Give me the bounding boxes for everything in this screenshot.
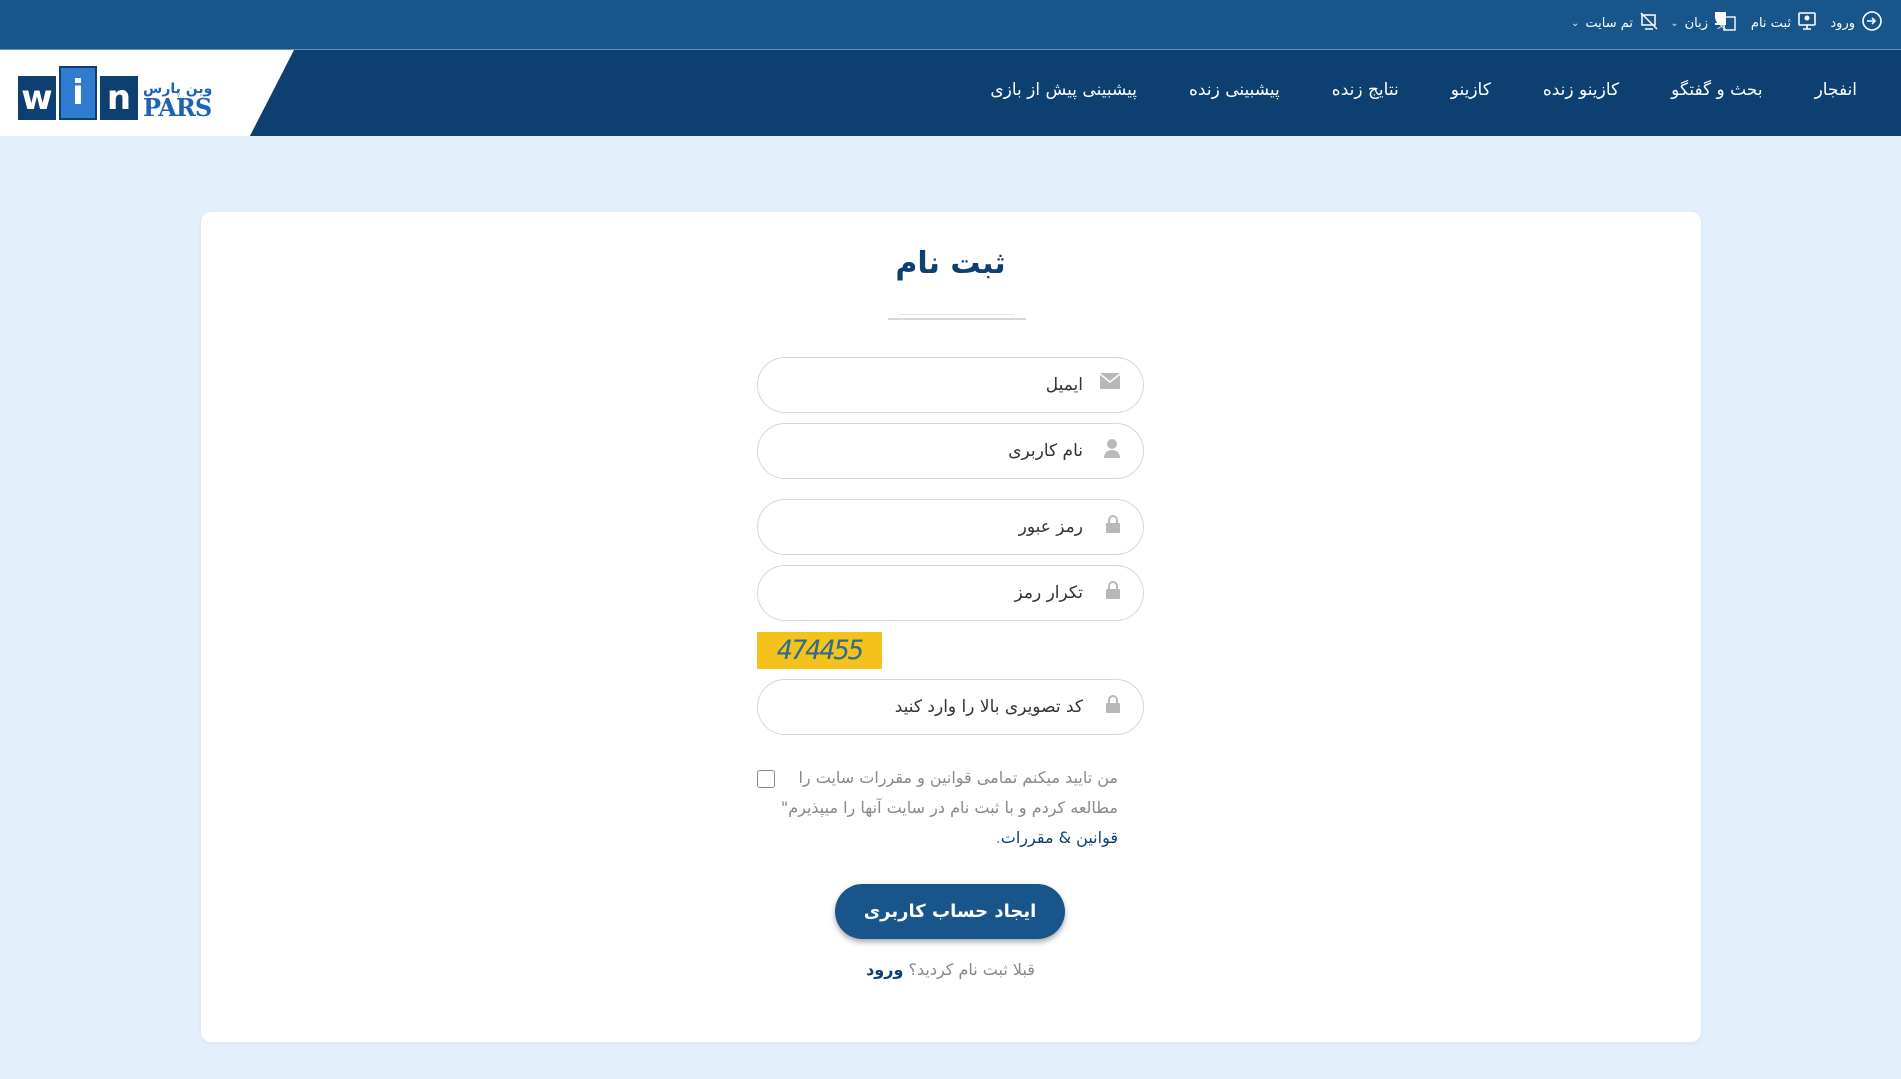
nav-menu: پیشبینی پیش از بازی پیشبینی زنده نتایج ز… — [990, 80, 1857, 100]
password-repeat-field[interactable] — [757, 565, 1144, 621]
nav-item-forum[interactable]: بحث و گفتگو — [1671, 80, 1762, 100]
nav-item-live-results[interactable]: نتایج زنده — [1332, 80, 1399, 100]
login-icon — [1861, 10, 1883, 36]
logo-letter-w: w — [18, 76, 56, 120]
username-field[interactable] — [757, 423, 1144, 479]
terms-text: من تایید میکنم تمامی قوانین و مقررات سای… — [780, 768, 1118, 817]
topbar-login-link[interactable]: ورود — [1830, 10, 1883, 36]
password-field[interactable] — [757, 499, 1144, 555]
captcha-field[interactable] — [757, 679, 1144, 735]
nav-item-live-casino[interactable]: کازینو زنده — [1543, 80, 1619, 100]
password-input[interactable] — [758, 500, 1143, 554]
terms-checkbox[interactable] — [757, 770, 775, 788]
nav-item-crash[interactable]: انفجار — [1815, 80, 1857, 100]
register-icon — [1797, 11, 1817, 35]
nav-item-pre-match-betting[interactable]: پیشبینی پیش از بازی — [990, 80, 1137, 100]
nav-item-live-betting[interactable]: پیشبینی زنده — [1189, 80, 1280, 100]
captcha-input[interactable] — [758, 680, 1143, 734]
create-account-button[interactable]: ایجاد حساب کاربری — [835, 884, 1065, 939]
already-registered: قبلا ثبت نام کردید؟ ورود — [0, 960, 1901, 979]
password-repeat-input[interactable] — [758, 566, 1143, 620]
topbar-login-label: ورود — [1830, 15, 1855, 31]
language-label: زبان — [1684, 15, 1708, 31]
topbar-register-label: ثبت نام — [1750, 15, 1791, 31]
page-title: ثبت نام — [895, 246, 1006, 281]
topbar-register-link[interactable]: ثبت نام — [1751, 12, 1817, 34]
email-field[interactable] — [757, 357, 1144, 413]
site-logo[interactable]: w i n وین پارس PARS — [18, 62, 212, 120]
terms-rules-link[interactable]: قوانین & مقررات — [1001, 828, 1118, 847]
already-registered-text: قبلا ثبت نام کردید؟ — [908, 960, 1035, 979]
theme-icon — [1639, 11, 1659, 35]
title-divider — [888, 314, 1026, 320]
logo-letter-n: n — [100, 76, 138, 120]
nav-item-casino[interactable]: کازینو — [1451, 80, 1491, 100]
captcha-image: 474455 — [757, 632, 882, 669]
top-utility-bar: ورود ثبت نام A文 زبان ⌄ تم سایت ⌄ — [0, 0, 1901, 50]
svg-text:文: 文 — [1717, 19, 1726, 31]
logo-brand-en: PARS — [143, 93, 212, 122]
chevron-down-icon: ⌄ — [1570, 17, 1580, 29]
theme-dropdown[interactable]: تم سایت ⌄ — [1571, 12, 1659, 34]
logo-letter-i: i — [59, 66, 97, 120]
theme-label: تم سایت — [1585, 15, 1633, 31]
chevron-down-icon: ⌄ — [1670, 17, 1679, 29]
terms-text-block: من تایید میکنم تمامی قوانین و مقررات سای… — [757, 763, 1118, 853]
login-link[interactable]: ورود — [866, 960, 903, 979]
translate-icon: A文 — [1709, 10, 1736, 36]
language-dropdown[interactable]: A文 زبان ⌄ — [1670, 12, 1736, 34]
username-input[interactable] — [758, 424, 1143, 478]
email-input[interactable] — [758, 358, 1143, 412]
logo-brand-text: وین پارس PARS — [143, 82, 212, 120]
